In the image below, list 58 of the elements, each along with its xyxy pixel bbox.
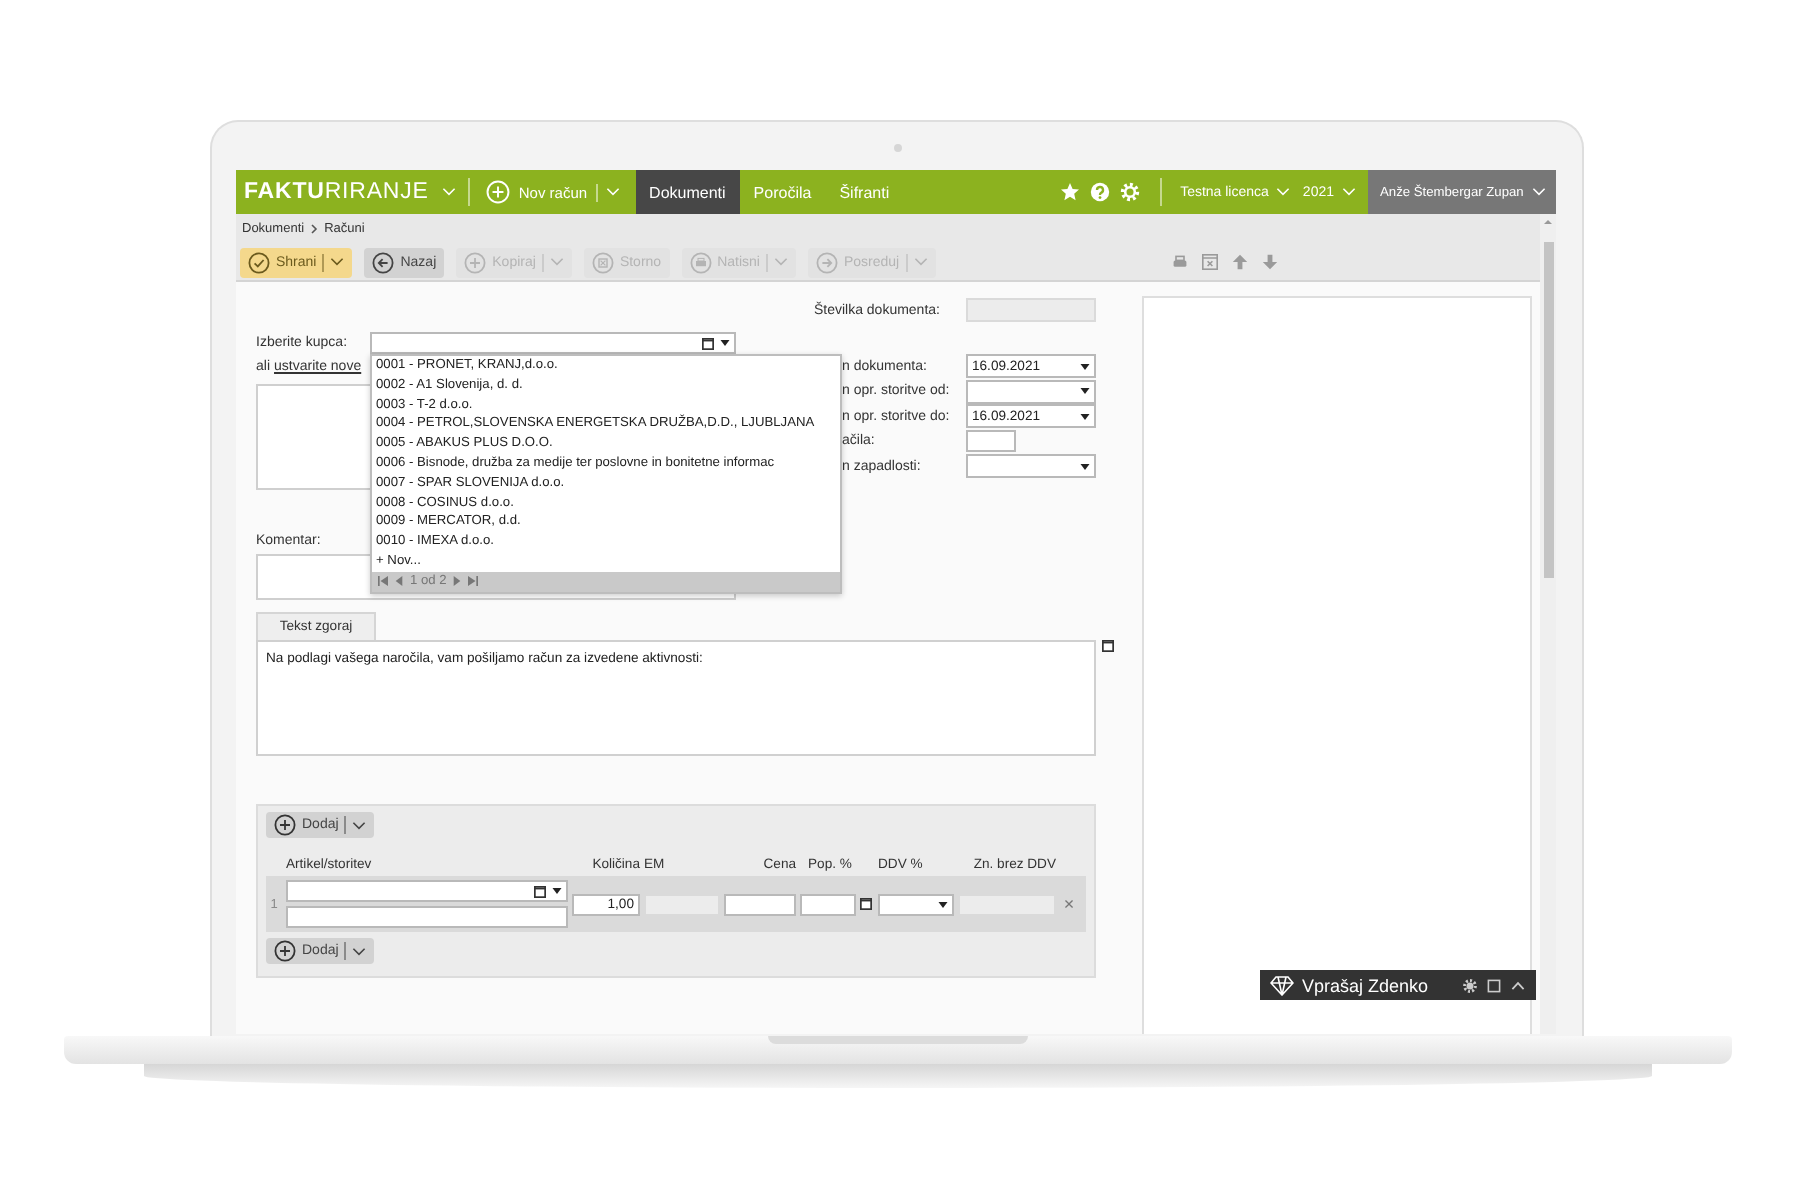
chevron-down-icon [352,821,367,829]
plus-circle-icon [274,814,296,836]
chevron-right-icon [310,224,319,234]
expand-icon[interactable] [1102,640,1114,652]
maximize-icon[interactable] [1486,977,1502,993]
settings-icon[interactable] [1462,977,1478,993]
document-number-field[interactable] [966,298,1096,322]
back-arrow-icon [372,251,395,273]
chevron-down-icon [605,188,620,196]
up-arrow-icon[interactable] [1231,254,1248,270]
input-field[interactable] [966,430,1016,452]
caret-icon [720,340,730,346]
last-page-icon[interactable] [468,576,479,587]
help-icon[interactable] [1090,182,1111,202]
check-circle-icon [248,251,270,273]
chevron-down-icon [913,258,928,266]
chat-title: Vprašaj Zdenko [1302,975,1431,995]
chevron-down-icon [442,188,457,196]
caret-icon [552,888,562,894]
plus-circle-icon [274,940,296,962]
star-icon[interactable] [1060,182,1081,202]
chat-widget[interactable]: Vprašaj Zdenko [1260,970,1536,1000]
first-page-icon[interactable] [378,576,388,587]
cancel-icon [591,251,614,273]
chevron-up-icon[interactable] [1510,977,1526,993]
plus-circle-icon [464,251,487,273]
app-logo: FAKTURIRANJE [242,180,431,204]
caret-icon [1080,413,1090,419]
down-arrow-icon[interactable] [1261,254,1278,270]
prev-page-icon[interactable] [394,576,404,587]
date-dropdown[interactable] [966,379,1096,403]
discount-field[interactable] [800,893,856,915]
caret-icon [1080,388,1090,394]
price-field[interactable] [724,893,796,915]
chevron-down-icon [549,258,564,266]
plus-circle-icon [486,180,511,204]
chevron-down-icon [1342,188,1356,196]
printer-icon [689,251,712,273]
close-window-icon[interactable] [1201,254,1218,270]
description-field[interactable] [286,906,568,928]
chevron-down-icon [330,258,345,266]
forward-arrow-icon [815,251,838,273]
expand-icon[interactable] [860,898,872,910]
nav-tab[interactable]: Dokumenti [635,170,740,214]
printer-icon[interactable] [1171,254,1188,270]
date-dropdown[interactable] [966,454,1096,478]
caret-icon [938,901,948,907]
chevron-down-icon [1276,188,1291,196]
chevron-down-icon [352,947,367,955]
expand-icon[interactable] [534,885,546,897]
caret-icon [1080,363,1090,369]
caret-icon [1080,463,1090,469]
diamond-icon [1270,975,1294,995]
chevron-down-icon [773,258,788,266]
expand-icon[interactable] [702,337,714,349]
next-page-icon[interactable] [452,576,463,587]
scrollbar[interactable] [1540,214,1556,1034]
chevron-down-icon [1531,188,1546,196]
